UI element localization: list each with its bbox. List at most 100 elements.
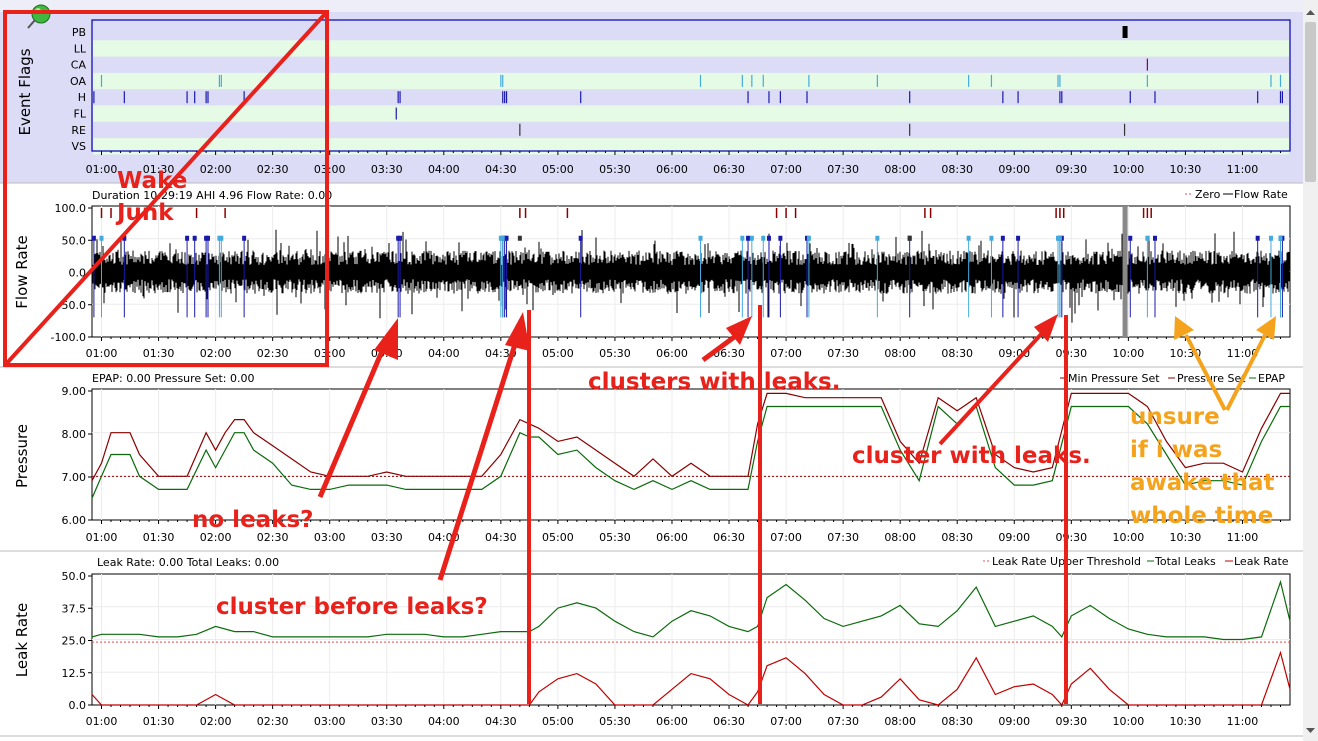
pressure-xtick-label: 10:00 xyxy=(1113,531,1145,544)
flow-ytick-label: 100.0 xyxy=(55,202,87,215)
flag-row-label: VS xyxy=(71,140,86,153)
flow-xtick-label: 08:30 xyxy=(941,347,973,360)
flow-h-marker xyxy=(1255,235,1260,241)
flow-oa-marker xyxy=(761,235,766,241)
flow-h-marker xyxy=(578,235,583,241)
flags-xtick-label: 07:00 xyxy=(770,163,802,176)
flow-re-marker xyxy=(907,235,912,241)
scrollbar-thumb[interactable] xyxy=(1305,22,1316,182)
flow-oa-marker xyxy=(875,235,880,241)
flag-row-label: FL xyxy=(74,108,87,121)
pressure-xtick-label: 07:30 xyxy=(827,531,859,544)
flow-xtick-label: 07:00 xyxy=(770,347,802,360)
flow-oa-marker xyxy=(740,235,745,241)
flow-h-marker xyxy=(91,235,96,241)
leak-xtick-label: 06:30 xyxy=(713,715,745,728)
event-flags-ylabel: Event Flags xyxy=(16,48,34,135)
flow-h-marker xyxy=(766,235,771,241)
flow-h-marker xyxy=(746,235,751,241)
flags-xtick-label: 11:00 xyxy=(1227,163,1259,176)
flags-xtick-label: 08:30 xyxy=(941,163,973,176)
annotation-cluster-before: cluster before leaks? xyxy=(216,594,488,620)
pressure-xtick-label: 07:00 xyxy=(770,531,802,544)
flag-row-label: CA xyxy=(71,59,87,72)
pressure-ylabel: Pressure xyxy=(13,424,31,488)
flow-oa-marker xyxy=(219,235,224,241)
annotation-junk: Junk xyxy=(115,200,174,226)
pressure-ytick-label: 7.00 xyxy=(62,471,87,484)
pressure-xtick-label: 01:30 xyxy=(143,531,175,544)
flow-ytick-label: -100.0 xyxy=(51,331,86,344)
pressure-header: EPAP: 0.00 Pressure Set: 0.00 xyxy=(92,372,254,385)
pressure-xtick-label: 06:00 xyxy=(656,531,688,544)
flow-h-marker xyxy=(1000,235,1005,241)
flags-xtick-label: 04:00 xyxy=(428,163,460,176)
flags-xtick-label: 05:00 xyxy=(542,163,574,176)
flag-row-label: LL xyxy=(74,42,87,55)
flag-row-band xyxy=(93,72,1289,90)
pressure-legend-min: Min Pressure Set xyxy=(1068,372,1160,385)
flow-re-marker xyxy=(517,235,522,241)
flow-oa-marker xyxy=(1278,235,1283,241)
leak-ytick-label: 12.5 xyxy=(62,667,87,680)
leak-y-ticks: 50.0 37.5 25.0 12.5 0.0 xyxy=(62,570,92,712)
flag-marker-pb xyxy=(1122,26,1128,38)
flags-xtick-label: 08:00 xyxy=(884,163,916,176)
flow-oa-marker xyxy=(1145,235,1150,241)
flow-xtick-label: 01:00 xyxy=(86,347,118,360)
flags-xtick-label: 10:30 xyxy=(1170,163,1202,176)
flow-pb-band xyxy=(1122,206,1128,337)
flow-oa-marker xyxy=(1057,235,1062,241)
annotation-cluster-with: cluster with leaks. xyxy=(852,443,1091,469)
flow-xtick-label: 03:00 xyxy=(314,347,346,360)
pressure-xtick-label: 06:30 xyxy=(713,531,745,544)
flag-row-label: OA xyxy=(70,75,86,88)
flag-row-label: H xyxy=(78,91,86,104)
pressure-xtick-label: 03:30 xyxy=(371,531,403,544)
flags-xtick-label: 04:30 xyxy=(485,163,517,176)
flag-row-label: PB xyxy=(72,26,86,39)
flow-h-marker xyxy=(205,235,210,241)
flags-xtick-label: 07:30 xyxy=(827,163,859,176)
flow-xtick-label: 01:30 xyxy=(143,347,175,360)
flow-legend-flow: Flow Rate xyxy=(1234,188,1288,201)
leak-xtick-label: 05:30 xyxy=(599,715,631,728)
annotation-clusters-with: clusters with leaks. xyxy=(588,369,840,395)
leak-xtick-label: 02:00 xyxy=(200,715,232,728)
leak-ytick-label: 25.0 xyxy=(62,635,87,648)
leak-xtick-label: 05:00 xyxy=(542,715,574,728)
annotation-unsure-4: whole time xyxy=(1130,503,1273,529)
flow-xtick-label: 06:00 xyxy=(656,347,688,360)
pressure-xtick-label: 05:00 xyxy=(542,531,574,544)
pressure-ytick-label: 8.00 xyxy=(62,428,87,441)
flow-ylabel: Flow Rate xyxy=(13,235,31,308)
vertical-scrollbar[interactable] xyxy=(1303,0,1318,741)
flow-oa-marker xyxy=(749,235,754,241)
flags-xtick-label: 02:30 xyxy=(257,163,289,176)
flow-h-marker xyxy=(504,235,509,241)
leak-xtick-label: 02:30 xyxy=(257,715,289,728)
flags-xtick-label: 10:00 xyxy=(1113,163,1145,176)
leak-legend: Leak Rate Upper Threshold Total Leaks Le… xyxy=(983,555,1289,568)
flow-oa-marker xyxy=(1268,235,1273,241)
flow-h-marker xyxy=(1128,235,1133,241)
pressure-xtick-label: 03:00 xyxy=(314,531,346,544)
flags-xtick-label: 03:30 xyxy=(371,163,403,176)
leak-xtick-label: 03:00 xyxy=(314,715,346,728)
leak-ytick-label: 0.0 xyxy=(69,699,87,712)
pressure-ytick-label: 6.00 xyxy=(62,514,87,527)
leak-ytick-label: 50.0 xyxy=(62,570,87,583)
flag-row-band xyxy=(93,105,1289,122)
flow-h-marker xyxy=(398,235,403,241)
flow-xtick-label: 07:30 xyxy=(827,347,859,360)
leak-legend-total: Total Leaks xyxy=(1154,555,1216,568)
flow-h-marker xyxy=(1016,235,1021,241)
pressure-plot-frame xyxy=(91,388,1291,521)
flag-row-band xyxy=(93,40,1289,57)
flow-h-marker xyxy=(242,235,247,241)
flags-xtick-label: 01:00 xyxy=(86,163,118,176)
flow-oa-marker xyxy=(99,235,104,241)
flow-h-marker xyxy=(192,235,197,241)
flow-xtick-label: 04:00 xyxy=(428,347,460,360)
leak-xtick-label: 04:00 xyxy=(428,715,460,728)
